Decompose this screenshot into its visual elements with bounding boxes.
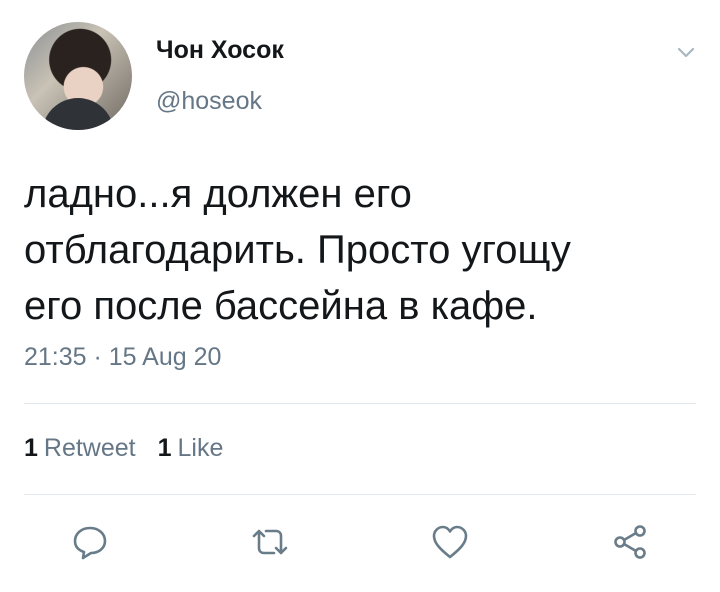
share-icon xyxy=(614,525,646,559)
heart-icon xyxy=(432,525,468,559)
retweet-button[interactable] xyxy=(248,520,292,564)
likes-label: Like xyxy=(177,434,224,462)
engagement-stats: 1 Retweet 1 Like xyxy=(24,434,223,463)
divider xyxy=(24,494,696,495)
tweet-timestamp[interactable]: 21:35 · 15 Aug 20 xyxy=(24,343,221,372)
retweets-stat[interactable]: 1 Retweet xyxy=(24,434,136,463)
avatar-shirt xyxy=(42,98,114,130)
chevron-down-icon[interactable] xyxy=(674,40,698,64)
display-name[interactable]: Чон Хосок xyxy=(156,36,284,65)
action-bar xyxy=(0,520,720,570)
share-button[interactable] xyxy=(608,520,652,564)
avatar[interactable] xyxy=(24,22,132,130)
likes-count: 1 xyxy=(157,434,172,462)
tweet-text: ладно...я должен его отблагодарить. Прос… xyxy=(24,172,571,328)
reply-button[interactable] xyxy=(68,520,112,564)
reply-icon xyxy=(73,526,107,560)
like-button[interactable] xyxy=(428,520,472,564)
divider xyxy=(24,403,696,404)
retweets-label: Retweet xyxy=(43,434,136,462)
retweet-icon xyxy=(252,529,288,555)
likes-stat[interactable]: 1 Like xyxy=(158,434,224,463)
username[interactable]: @hoseok xyxy=(156,87,262,116)
retweets-count: 1 xyxy=(24,434,38,462)
